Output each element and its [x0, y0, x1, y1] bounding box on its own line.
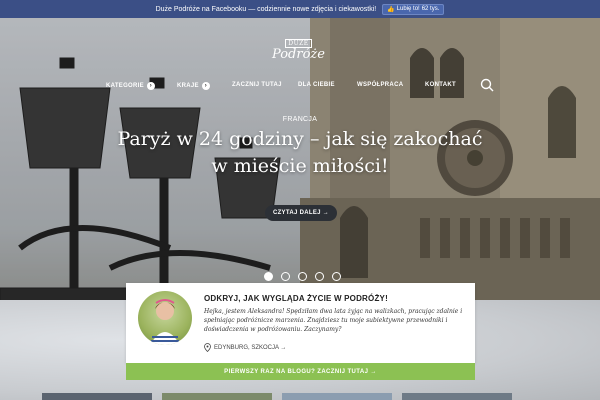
- post-thumbnails: [0, 393, 600, 400]
- facebook-like-button[interactable]: 👍 Lubię to! 62 tys.: [382, 3, 445, 15]
- thumbs-up-icon: 👍: [387, 6, 395, 13]
- location-link[interactable]: EDYNBURG, SZKOCJA →: [204, 343, 286, 352]
- slider-dot[interactable]: [264, 272, 273, 281]
- slider-dots: [264, 272, 341, 281]
- nav-item-kategorie[interactable]: KATEGORIE ›: [106, 82, 155, 90]
- nav-label: KONTAKT: [425, 82, 456, 88]
- nav-item-kontakt[interactable]: KONTAKT: [425, 82, 456, 88]
- hero-title-line-2: w mieście miłości!: [211, 155, 389, 177]
- chevron-right-icon: ›: [146, 82, 155, 90]
- post-thumbnail[interactable]: [162, 393, 272, 400]
- start-here-button[interactable]: PIERWSZY RAZ NA BLOGU? ZACZNIJ TUTAJ →: [126, 363, 475, 380]
- map-pin-icon: [204, 343, 211, 352]
- slider-dot[interactable]: [298, 272, 307, 281]
- hero-title[interactable]: Paryż w 24 godziny – jak się zakochać w …: [100, 126, 500, 180]
- nav-label: KATEGORIE: [106, 83, 144, 89]
- chevron-right-icon: ›: [201, 82, 210, 90]
- intro-card-title: ODKRYJ, JAK WYGLĄDA ŻYCIE W PODRÓŻY!: [204, 294, 388, 303]
- search-icon[interactable]: [480, 78, 494, 92]
- hero-title-line-1: Paryż w 24 godziny – jak się zakochać: [117, 128, 483, 150]
- post-thumbnail[interactable]: [42, 393, 152, 400]
- post-thumbnail[interactable]: [282, 393, 392, 400]
- nav-label: KRAJE: [177, 83, 199, 89]
- facebook-promo-bar: Duże Podróże na Facebooku — codziennie n…: [0, 0, 600, 18]
- facebook-promo-text[interactable]: Duże Podróże na Facebooku — codziennie n…: [156, 6, 377, 13]
- post-thumbnail[interactable]: [402, 393, 512, 400]
- intro-card: ODKRYJ, JAK WYGLĄDA ŻYCIE W PODRÓŻY! Hej…: [126, 283, 475, 363]
- location-label: EDYNBURG, SZKOCJA →: [214, 344, 287, 351]
- nav-item-wspolpraca[interactable]: WSPÓŁPRACA: [357, 82, 403, 88]
- avatar: [138, 291, 192, 345]
- main-nav: KATEGORIE › KRAJE › ZACZNIJ TUTAJ DLA CI…: [0, 82, 600, 94]
- logo-bottom: Podróże: [272, 47, 325, 62]
- nav-item-kraje[interactable]: KRAJE ›: [177, 82, 210, 90]
- like-count: 62 tys.: [421, 6, 440, 12]
- nav-item-dla-ciebie[interactable]: DLA CIEBIE: [298, 82, 335, 88]
- slider-dot[interactable]: [281, 272, 290, 281]
- like-label: Lubię to!: [396, 6, 420, 12]
- slider-dot[interactable]: [332, 272, 341, 281]
- intro-card-text: Hejka, jestem Aleksandra! Spędziłam dwa …: [204, 308, 463, 333]
- hero-slider: DUŻE Podróże KATEGORIE › KRAJE › ZACZNIJ…: [0, 18, 600, 320]
- hero-category[interactable]: FRANCJA: [0, 116, 600, 123]
- read-more-button[interactable]: CZYTAJ DALEJ →: [265, 205, 337, 221]
- nav-label: WSPÓŁPRACA: [357, 82, 404, 88]
- nav-label: DLA CIEBIE: [298, 82, 335, 88]
- slider-dot[interactable]: [315, 272, 324, 281]
- nav-label: ZACZNIJ TUTAJ: [232, 82, 282, 88]
- site-logo[interactable]: DUŻE Podróże: [272, 30, 325, 62]
- nav-item-zacznij-tutaj[interactable]: ZACZNIJ TUTAJ: [232, 82, 282, 88]
